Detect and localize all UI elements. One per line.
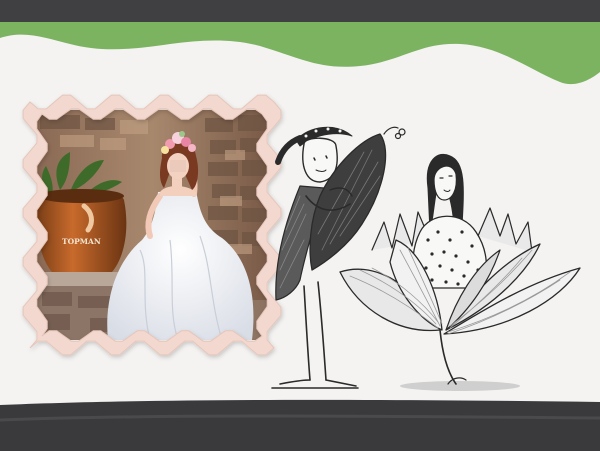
wedding-photo: TOPMAN [37,110,267,340]
flower-pot [37,191,127,272]
greeting-card-scene: TOPMAN [0,0,600,451]
pot-label: TOPMAN [62,237,101,246]
scene-canvas: TOPMAN [0,0,600,451]
bottom-band [0,399,600,451]
